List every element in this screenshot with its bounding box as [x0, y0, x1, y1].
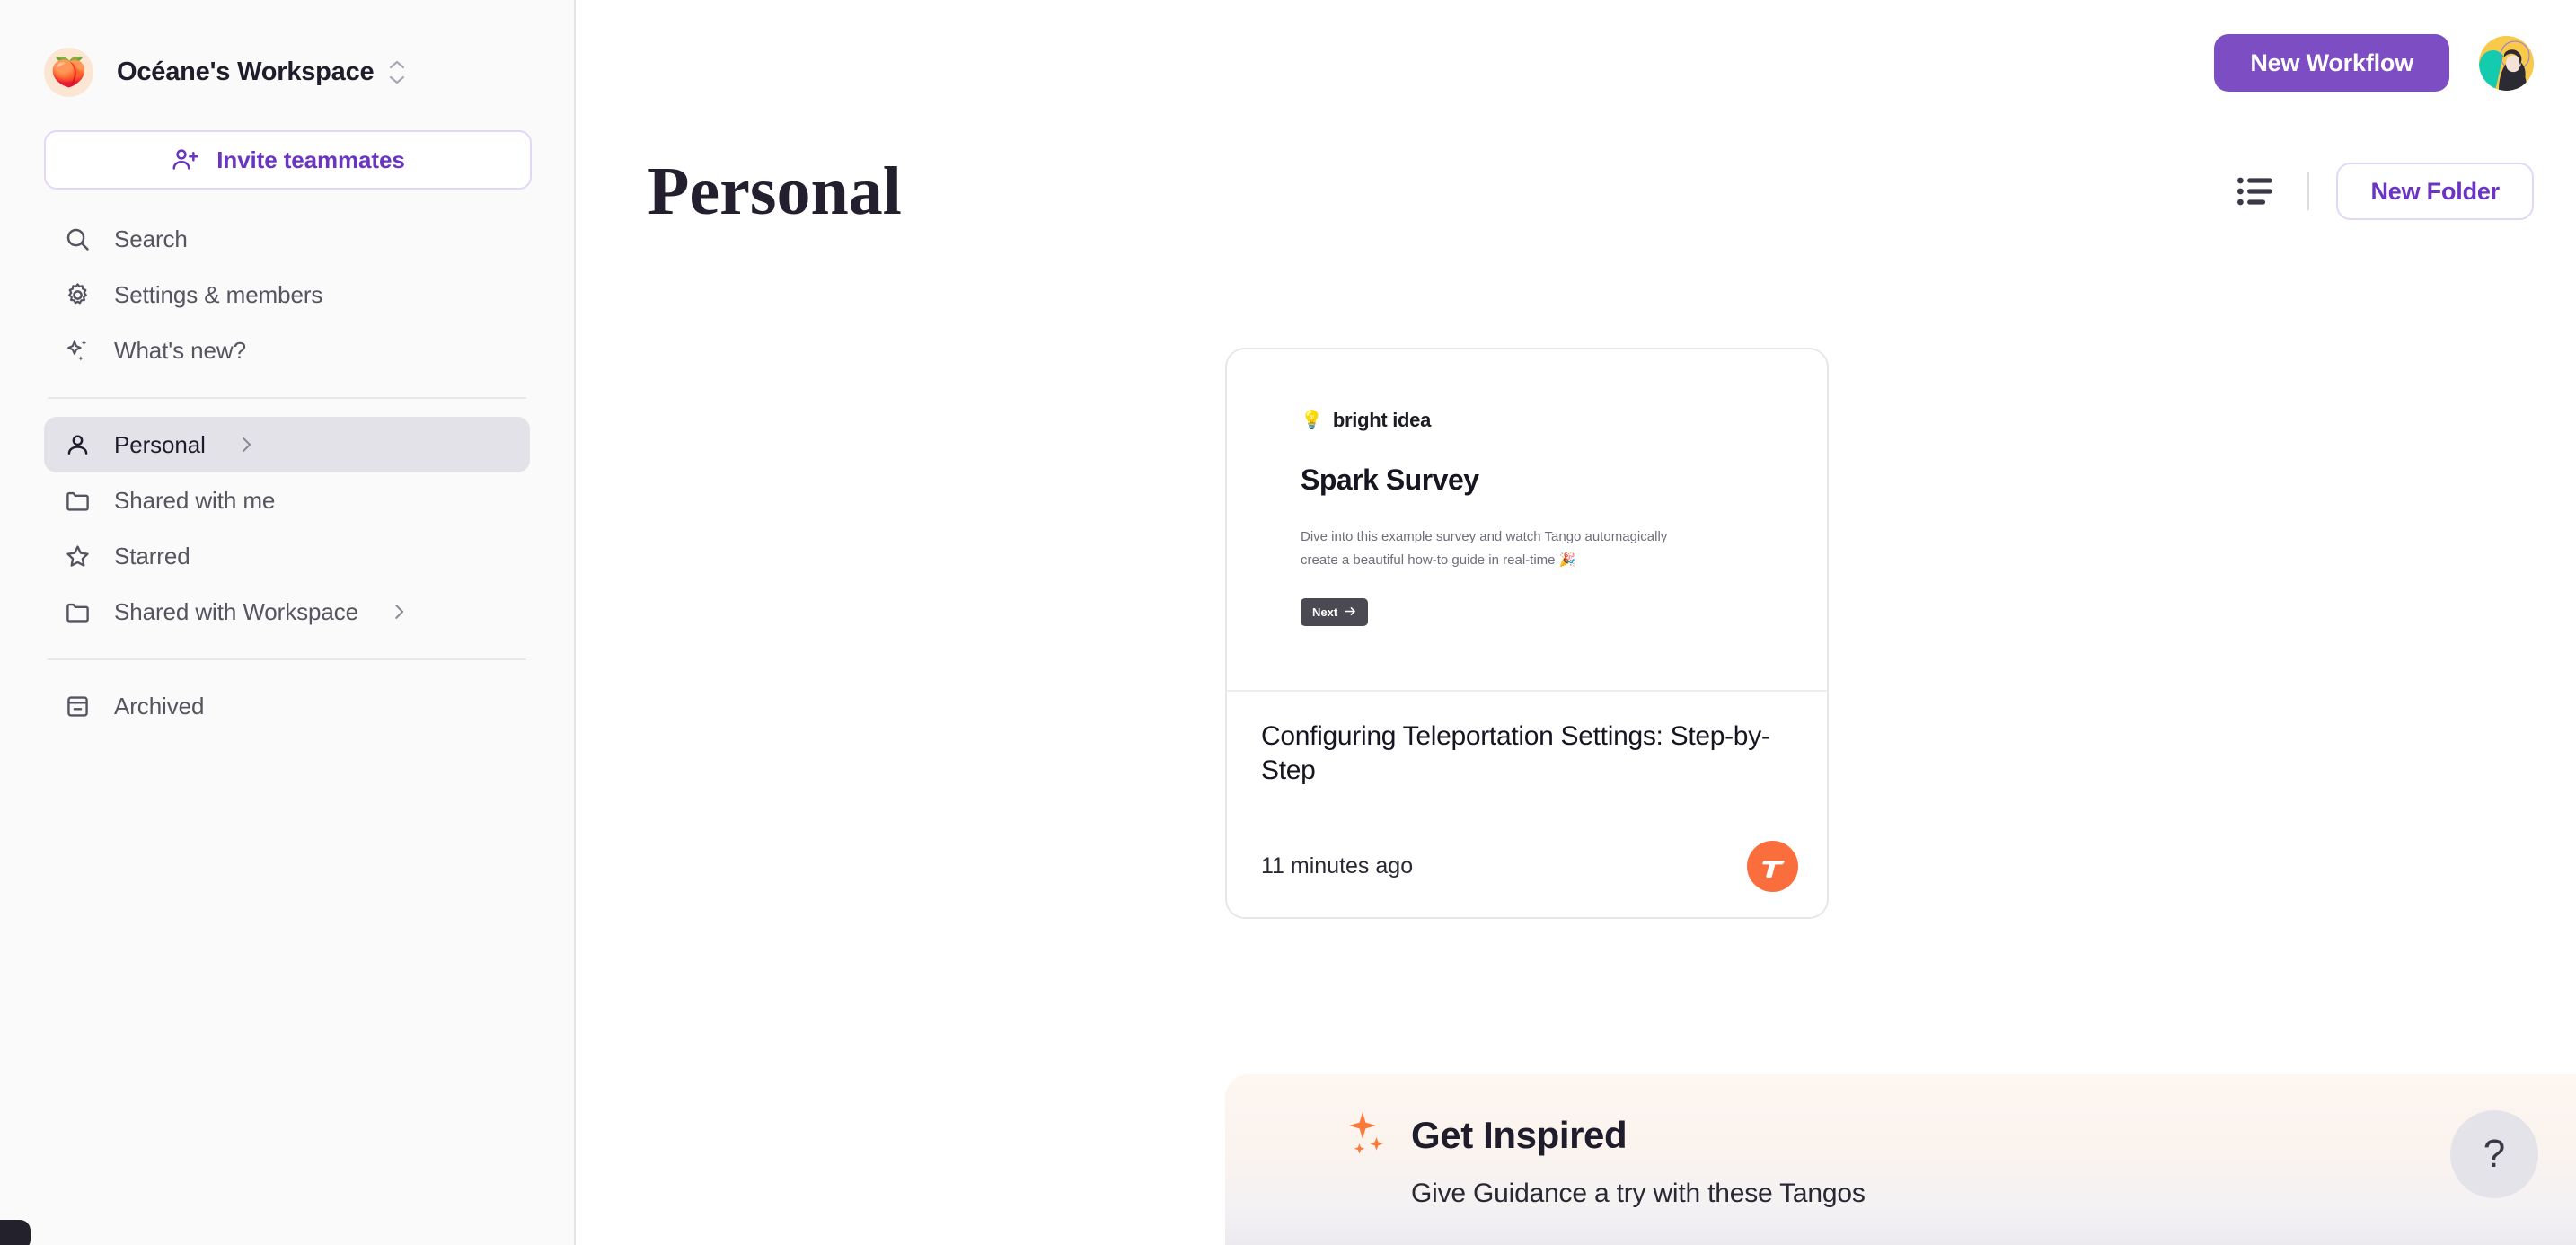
folder-icon — [62, 485, 93, 516]
lightbulb-emoji-icon: 💡 — [1301, 411, 1323, 430]
thumbnail-next-button: Next — [1301, 597, 1369, 626]
user-plus-icon — [171, 146, 199, 174]
page-header: Personal New Folder — [576, 157, 2576, 225]
chevron-right-icon[interactable] — [236, 435, 256, 455]
workspace-switcher[interactable]: 🍑 Océane's Workspace — [44, 43, 530, 101]
sidebar-item-label: Settings & members — [114, 280, 323, 308]
new-workflow-button[interactable]: New Workflow — [2214, 34, 2449, 92]
chevron-right-icon[interactable] — [389, 602, 409, 622]
bottom-corner-indicator — [0, 1220, 31, 1245]
page-title: Personal — [648, 154, 902, 229]
thumbnail-body-text: Dive into this example survey and watch … — [1301, 529, 1668, 569]
sidebar-item-starred[interactable]: Starred — [44, 528, 530, 584]
sidebar-item-archived[interactable]: Archived — [44, 678, 530, 734]
sidebar-item-label: Archived — [114, 692, 205, 720]
thumbnail-heading: Spark Survey — [1301, 464, 1479, 496]
folder-icon — [62, 596, 93, 627]
sidebar-divider-2 — [48, 658, 526, 660]
top-bar: New Workflow — [576, 0, 2576, 126]
get-inspired-title: Get Inspired — [1411, 1114, 1628, 1156]
help-button[interactable]: ? — [2450, 1110, 2538, 1198]
sidebar-nav-archived: Archived — [44, 678, 530, 734]
sidebar-item-label: Search — [114, 225, 188, 252]
sidebar-item-whats-new[interactable]: What's new? — [44, 322, 530, 378]
thumbnail-brand-name: bright idea — [1332, 409, 1432, 431]
sidebar-item-search[interactable]: Search — [44, 211, 530, 267]
search-icon — [62, 224, 93, 254]
get-inspired-subtitle: Give Guidance a try with these Tangos — [1411, 1179, 1866, 1208]
person-icon — [62, 429, 93, 460]
new-folder-button[interactable]: New Folder — [2336, 163, 2534, 220]
workflow-card-thumbnail: 💡 bright idea Spark Survey Dive into thi… — [1227, 349, 1827, 692]
sidebar-item-label: Personal — [114, 430, 206, 458]
workflow-card-timestamp: 11 minutes ago — [1261, 853, 1414, 879]
sidebar-item-label: Shared with me — [114, 486, 276, 514]
get-inspired-header: Get Inspired — [1347, 1112, 2576, 1159]
sparkles-icon — [62, 335, 93, 366]
thumbnail-brand: 💡 bright idea — [1301, 409, 1753, 432]
tango-logo-icon — [1747, 841, 1798, 892]
toolbar-divider — [2307, 172, 2310, 210]
page-header-actions: New Folder — [2230, 163, 2534, 220]
workflow-card-footer: 11 minutes ago — [1261, 841, 1798, 892]
sidebar-item-shared-with-me[interactable]: Shared with me — [44, 472, 530, 528]
list-view-icon[interactable] — [2230, 166, 2280, 216]
arrow-right-icon — [1345, 605, 1356, 619]
main-content: New Workflow Personal New Folder 💡 brigh… — [576, 0, 2576, 1245]
archive-icon — [62, 691, 93, 721]
sidebar-item-label: Starred — [114, 542, 190, 570]
sidebar-item-label: What's new? — [114, 336, 246, 364]
workflow-card-title: Configuring Teleportation Settings: Step… — [1261, 721, 1770, 786]
gear-icon — [62, 279, 93, 310]
get-inspired-panel: Get Inspired Give Guidance a try with th… — [1225, 1074, 2576, 1245]
question-mark-icon: ? — [2483, 1132, 2506, 1176]
thumbnail-next-label: Next — [1312, 605, 1338, 619]
sidebar-nav-top: Search Settings & members What's new? — [44, 211, 530, 378]
invite-teammates-label: Invite teammates — [216, 146, 405, 173]
sidebar-item-personal[interactable]: Personal — [44, 417, 530, 472]
user-avatar[interactable] — [2479, 35, 2534, 91]
peach-emoji-icon: 🍑 — [44, 47, 93, 97]
invite-teammates-button[interactable]: Invite teammates — [44, 130, 532, 190]
sidebar-item-label: Shared with Workspace — [114, 597, 358, 625]
sidebar-nav-folders: Personal Shared with me Starred Shared w… — [44, 417, 530, 640]
sidebar-item-settings-members[interactable]: Settings & members — [44, 267, 530, 322]
sparkle-orange-icon — [1347, 1112, 1389, 1159]
sidebar-item-shared-with-workspace[interactable]: Shared with Workspace — [44, 584, 530, 640]
sidebar: 🍑 Océane's Workspace Invite teammates Se… — [0, 0, 576, 1245]
app-root: 🍑 Océane's Workspace Invite teammates Se… — [0, 0, 2576, 1245]
workspace-name: Océane's Workspace — [117, 57, 375, 86]
sidebar-divider-1 — [48, 397, 526, 399]
workflow-card-body: Configuring Teleportation Settings: Step… — [1227, 692, 1827, 917]
star-icon — [62, 541, 93, 571]
workflow-card[interactable]: 💡 bright idea Spark Survey Dive into thi… — [1225, 348, 1829, 919]
chevron-up-down-icon[interactable] — [388, 60, 406, 84]
